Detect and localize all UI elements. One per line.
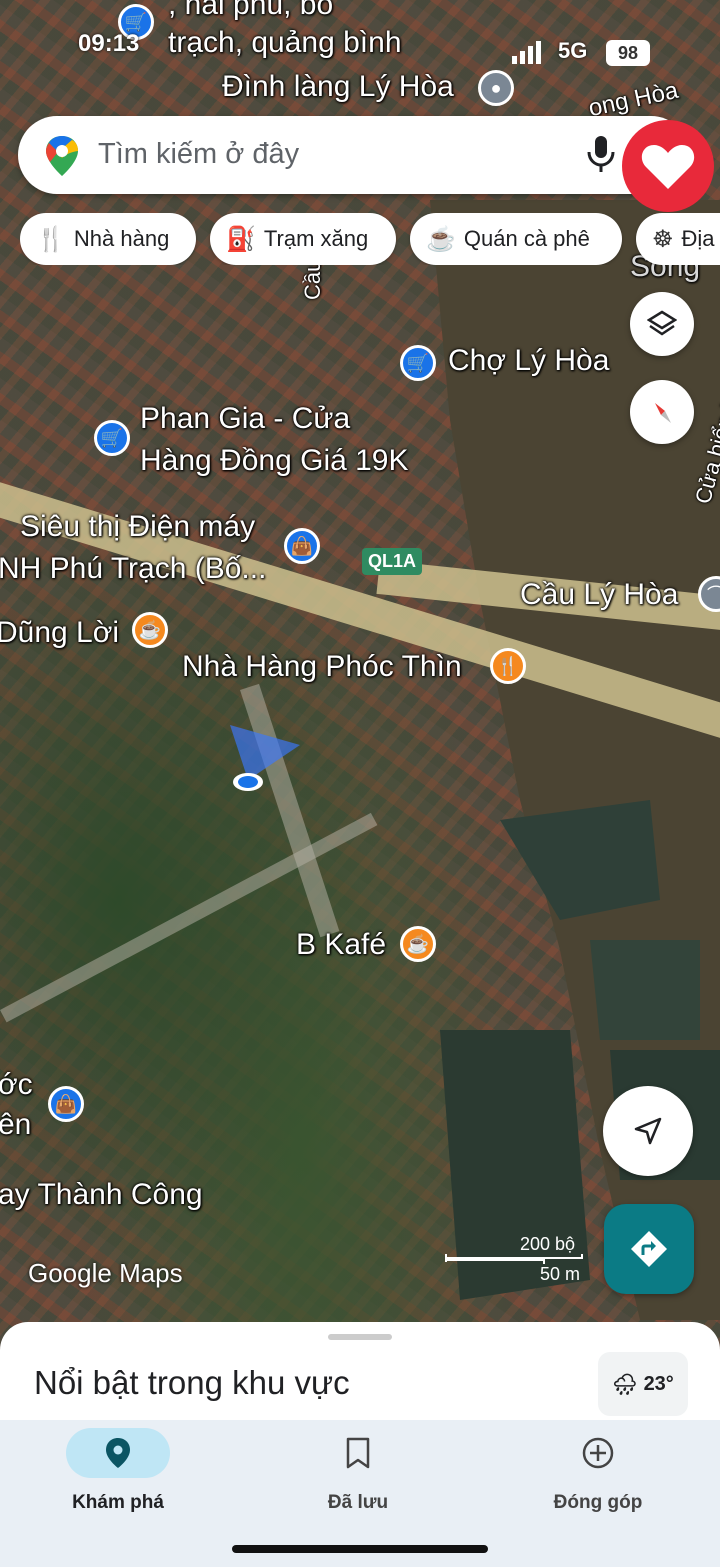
nav-label: Đã lưu bbox=[327, 1492, 389, 1513]
location-pin-icon bbox=[106, 1438, 130, 1468]
chip-attractions[interactable]: ☸ Địa bbox=[636, 213, 720, 265]
map-scale: 200 bộ 50 m bbox=[444, 1234, 584, 1284]
map-label-uoc: ớc bbox=[0, 1068, 33, 1101]
my-location-button[interactable] bbox=[603, 1086, 693, 1176]
nav-explore-highlight bbox=[66, 1428, 170, 1478]
map-label-b-kafe[interactable]: B Kafé bbox=[296, 928, 386, 963]
chip-coffee-shops[interactable]: ☕ Quán cà phê bbox=[410, 213, 622, 265]
chip-label: Địa bbox=[681, 226, 715, 251]
fork-knife-icon[interactable]: 🍴 bbox=[490, 648, 526, 684]
weather-badge[interactable]: 🌧 23° bbox=[598, 1352, 688, 1416]
layers-button[interactable] bbox=[630, 292, 694, 356]
status-time: 09:13 bbox=[78, 30, 140, 57]
google-maps-watermark: Google Maps bbox=[28, 1258, 183, 1288]
map-label-phan-gia[interactable]: Phan Gia - Cửa bbox=[140, 402, 350, 437]
heart-icon bbox=[641, 145, 695, 189]
my-location-icon[interactable] bbox=[220, 725, 310, 795]
chip-gas-stations[interactable]: ⛽ Trạm xăng bbox=[210, 213, 396, 265]
map-label-thanh-cong: ay Thành Công bbox=[0, 1178, 203, 1211]
directions-button[interactable] bbox=[604, 1204, 694, 1294]
map-label-address: , hải phú, bố bbox=[168, 0, 334, 21]
nav-saved-iconbox bbox=[306, 1428, 410, 1478]
network-type: 5G bbox=[558, 38, 588, 63]
chip-restaurants[interactable]: 🍴 Nhà hàng bbox=[20, 213, 196, 265]
battery-indicator: 98 bbox=[606, 40, 650, 66]
sheet-title: Nổi bật trong khu vực bbox=[34, 1364, 350, 1401]
search-input[interactable]: Tìm kiếm ở đây bbox=[98, 138, 299, 171]
coffee-cup-icon: ☕ bbox=[426, 225, 456, 253]
home-indicator[interactable] bbox=[232, 1545, 488, 1553]
map-label-dinh-lang[interactable]: Đình làng Lý Hòa bbox=[222, 70, 454, 105]
explore-bottom-sheet[interactable]: Nổi bật trong khu vực 🌧 23° bbox=[0, 1322, 720, 1422]
map-label-sieu-thi[interactable]: Siêu thị Điện máy bbox=[20, 510, 255, 545]
search-bar[interactable]: Tìm kiếm ở đây bbox=[18, 116, 690, 194]
nav-contribute-iconbox bbox=[546, 1428, 650, 1478]
scale-label-meters: 50 m bbox=[540, 1264, 581, 1284]
place-pin-icon[interactable]: ● bbox=[478, 70, 514, 106]
nav-saved[interactable]: Đã lưu bbox=[258, 1428, 458, 1514]
map-label-nha-hang[interactable]: Nhà Hàng Phóc Thìn bbox=[182, 650, 462, 685]
shopping-cart-icon[interactable]: 🛒 bbox=[400, 345, 436, 381]
google-maps-logo-icon bbox=[46, 136, 78, 176]
nav-label: Đóng góp bbox=[553, 1492, 643, 1513]
plus-circle-icon bbox=[582, 1437, 614, 1469]
shopping-cart-icon[interactable]: 🛒 bbox=[94, 420, 130, 456]
coffee-cup-icon[interactable]: ☕ bbox=[132, 612, 168, 648]
chip-label: Quán cà phê bbox=[463, 226, 590, 251]
weather-rain-icon: 🌧 bbox=[612, 1373, 638, 1396]
sheet-drag-handle[interactable] bbox=[328, 1334, 392, 1340]
highway-label: QL1A bbox=[362, 548, 423, 575]
compass-icon bbox=[655, 403, 671, 423]
microphone-icon[interactable] bbox=[584, 134, 618, 174]
nav-label: Khám phá bbox=[72, 1492, 164, 1513]
layers-icon bbox=[647, 310, 677, 336]
map-label-address: trạch, quảng bình bbox=[168, 26, 402, 59]
favorite-heart-button[interactable] bbox=[622, 120, 714, 212]
gas-station-icon: ⛽ bbox=[226, 225, 256, 253]
bookmark-icon bbox=[346, 1437, 370, 1469]
map-label-cau-ly-hoa[interactable]: Cầu Lý Hòa bbox=[520, 578, 678, 613]
directions-icon bbox=[631, 1231, 667, 1267]
nav-explore[interactable]: Khám phá bbox=[18, 1428, 218, 1514]
scale-label-feet: 200 bộ bbox=[520, 1234, 576, 1254]
chip-label: Trạm xăng bbox=[263, 226, 369, 251]
compass-button[interactable] bbox=[630, 380, 694, 444]
signal-icon bbox=[512, 40, 548, 64]
nav-contribute[interactable]: Đóng góp bbox=[498, 1428, 698, 1514]
category-chips: 🍴 Nhà hàng ⛽ Trạm xăng ☕ Quán cà phê ☸ Đ… bbox=[20, 213, 720, 265]
coffee-cup-icon[interactable]: ☕ bbox=[400, 926, 436, 962]
shopping-bag-icon[interactable]: 👜 bbox=[284, 528, 320, 564]
shopping-bag-icon[interactable]: 👜 bbox=[48, 1086, 84, 1122]
chip-label: Nhà hàng bbox=[73, 226, 170, 251]
weather-temp: 23° bbox=[643, 1372, 674, 1395]
map-label-sieu-thi[interactable]: NH Phú Trạch (Bố... bbox=[0, 552, 266, 587]
navigation-arrow-icon bbox=[634, 1117, 662, 1145]
ferris-wheel-icon: ☸ bbox=[652, 225, 674, 253]
map-label-dung-loi[interactable]: Dũng Lời bbox=[0, 616, 119, 651]
map-label-ien: ên bbox=[0, 1108, 32, 1141]
map-label-cho-ly-hoa[interactable]: Chợ Lý Hòa bbox=[448, 344, 609, 379]
map-label-phan-gia[interactable]: Hàng Đồng Giá 19K bbox=[140, 444, 409, 479]
fork-knife-icon: 🍴 bbox=[36, 225, 66, 253]
